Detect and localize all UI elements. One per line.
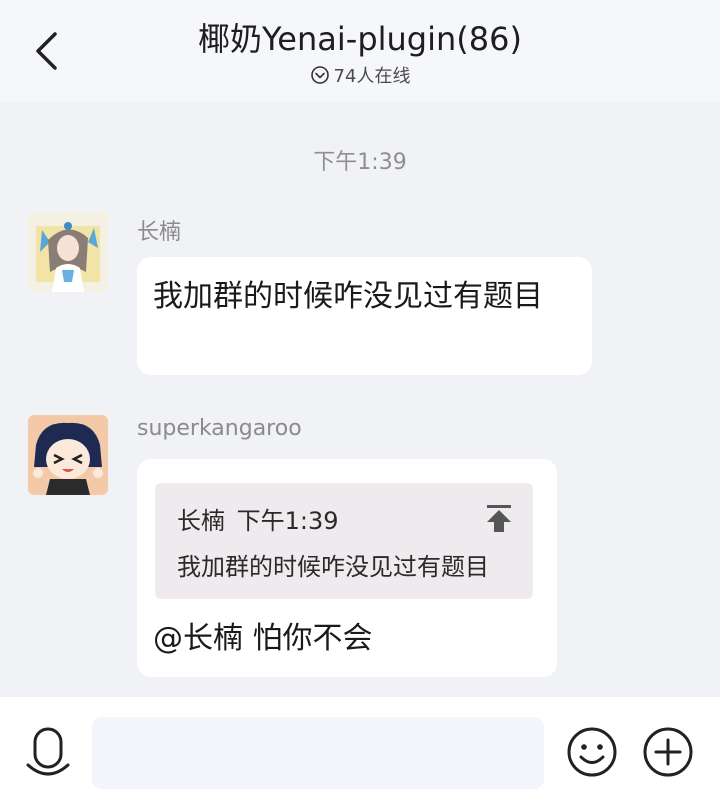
avatar[interactable] xyxy=(28,415,108,495)
chibi-character-avatar xyxy=(28,415,108,495)
sender-name: superkangaroo xyxy=(137,416,302,441)
online-count: 74人在线 xyxy=(333,66,411,87)
quote-header: 长楠 下午1:39 xyxy=(177,501,339,536)
emoji-icon xyxy=(567,727,617,777)
quote-text: 我加群的时候咋没见过有题目 xyxy=(177,553,489,581)
microphone-icon xyxy=(26,727,70,776)
voice-button[interactable] xyxy=(24,727,72,779)
quoted-message[interactable]: 长楠 下午1:39 我加群的时候咋没见过有题目 xyxy=(155,483,533,599)
online-status[interactable]: 74人在线 xyxy=(0,62,720,88)
message-list[interactable]: 下午1:39 长楠 我加群的时候咋没见过有题目 superkangaroo 长楠… xyxy=(0,102,720,697)
message-bubble[interactable]: 我加群的时候咋没见过有题目 xyxy=(137,257,592,375)
anime-girl-avatar xyxy=(28,212,108,292)
emoji-button[interactable] xyxy=(566,726,618,778)
plus-icon xyxy=(643,727,693,777)
more-button[interactable] xyxy=(642,726,694,778)
sender-name: 长楠 xyxy=(137,220,182,245)
message-input[interactable] xyxy=(92,717,544,789)
group-title[interactable]: 椰奶Yenai-plugin(86) xyxy=(0,14,720,60)
quote-time: 下午1:39 xyxy=(236,507,339,535)
message-text: @长楠 怕你不会 xyxy=(153,621,373,656)
quote-author: 长楠 xyxy=(177,507,225,535)
message-bubble[interactable]: 长楠 下午1:39 我加群的时候咋没见过有题目 @长楠 怕你不会 xyxy=(137,459,557,677)
chat-header: 椰奶Yenai-plugin(86) 74人在线 xyxy=(0,0,720,102)
chevron-down-circle-icon xyxy=(310,65,330,85)
input-bar xyxy=(0,697,720,809)
message-text: 我加群的时候咋没见过有题目 xyxy=(153,279,543,314)
message-timestamp: 下午1:39 xyxy=(313,150,407,175)
jump-to-top-icon[interactable] xyxy=(485,503,513,533)
avatar[interactable] xyxy=(28,212,108,292)
